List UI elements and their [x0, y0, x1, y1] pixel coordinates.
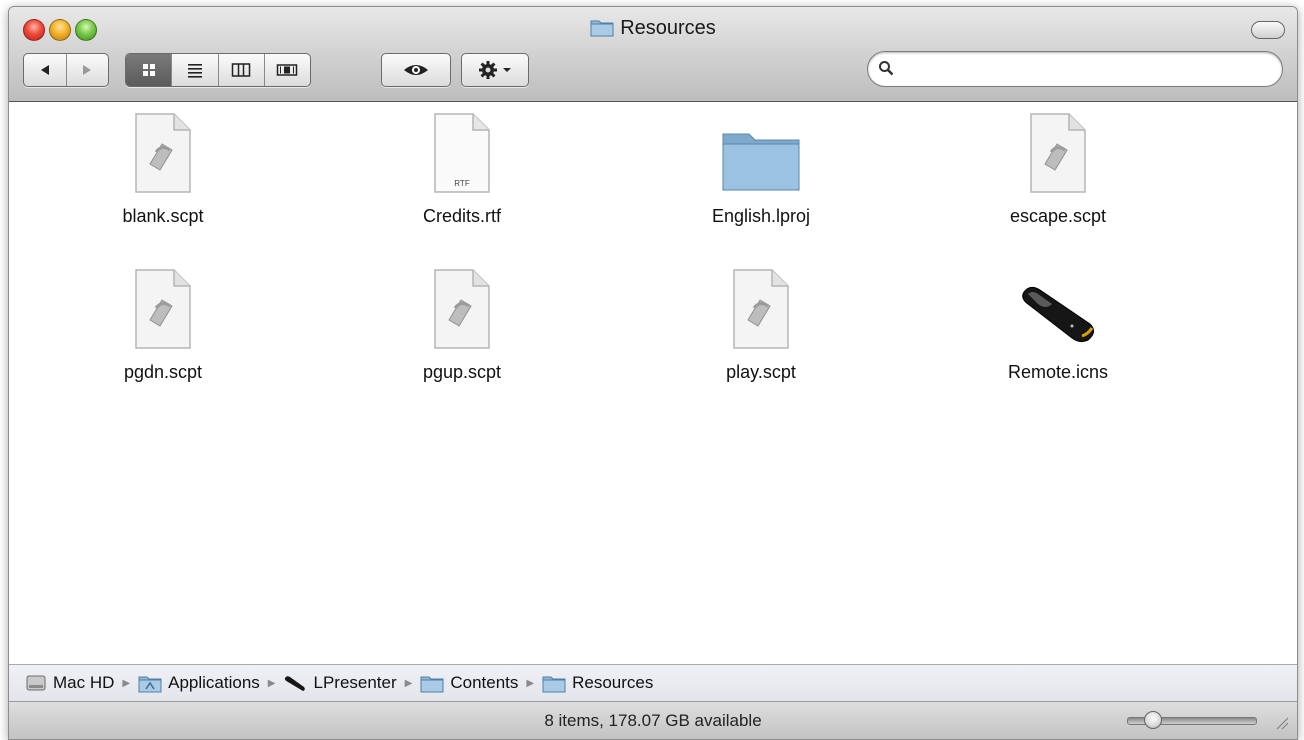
- file-item[interactable]: blank.scpt: [63, 112, 263, 227]
- path-item-mac-hd[interactable]: Mac HD: [25, 673, 114, 693]
- path-item-label: Contents: [450, 673, 519, 692]
- path-item-label: Mac HD: [53, 673, 115, 692]
- path-separator-icon: ▶: [267, 677, 276, 689]
- rtf-document-icon: RTF: [362, 112, 562, 194]
- applescript-icon: [661, 268, 861, 350]
- list-view-icon: [187, 64, 202, 78]
- back-arrow-icon: [40, 65, 49, 75]
- file-item[interactable]: pgup.scpt: [362, 268, 562, 383]
- file-name: escape.scpt: [1009, 206, 1107, 226]
- folder-icon: [420, 676, 444, 693]
- file-name: blank.scpt: [122, 206, 204, 226]
- file-name: play.scpt: [726, 362, 796, 382]
- path-item-label: Applications: [168, 673, 260, 692]
- path-separator-icon: ▶: [526, 677, 535, 689]
- file-name: pgup.scpt: [422, 362, 502, 382]
- file-name: Credits.rtf: [422, 206, 501, 226]
- column-view-icon: [231, 63, 251, 77]
- path-item-label: LPresenter: [313, 673, 397, 692]
- toolbar-toggle-button[interactable]: [1251, 21, 1285, 39]
- icon-size-slider-knob[interactable]: [1143, 711, 1162, 729]
- applescript-icon: [362, 268, 562, 350]
- search-field[interactable]: [867, 51, 1283, 87]
- search-icon: [878, 60, 894, 81]
- file-item[interactable]: pgdn.scpt: [63, 268, 263, 383]
- file-item[interactable]: Remote.icns: [958, 268, 1158, 383]
- path-separator-icon: ▶: [122, 677, 131, 689]
- chevron-down-icon: [503, 68, 511, 72]
- file-name: pgdn.scpt: [123, 362, 203, 382]
- column-view-button[interactable]: [219, 54, 265, 86]
- applescript-icon: [63, 268, 263, 350]
- view-mode-buttons: [125, 53, 311, 87]
- back-button[interactable]: [24, 54, 67, 86]
- quick-look-button[interactable]: [381, 53, 451, 87]
- finder-window: Resources blank.scpt RTF Credits.rtf Eng…: [8, 6, 1298, 740]
- applescript-icon: [63, 112, 263, 194]
- file-name: English.lproj: [711, 206, 811, 226]
- icon-view-button[interactable]: [126, 54, 173, 86]
- file-icon-grid: blank.scpt RTF Credits.rtf English.lproj…: [9, 102, 1297, 664]
- search-input[interactable]: [900, 58, 1264, 80]
- path-bar: Mac HD ▶ Applications ▶ LPresenter ▶ Con…: [9, 664, 1297, 702]
- list-view-button[interactable]: [172, 54, 219, 86]
- folder-icon: [542, 676, 566, 693]
- file-item[interactable]: English.lproj: [661, 112, 861, 227]
- gear-icon: [479, 61, 497, 79]
- path-item-lpresenter[interactable]: LPresenter: [283, 673, 397, 693]
- applications-folder-icon: [138, 676, 162, 693]
- file-item[interactable]: escape.scpt: [958, 112, 1158, 227]
- remote-control-icon: [958, 268, 1158, 350]
- window-title: Resources: [620, 17, 716, 39]
- path-item-label: Resources: [572, 673, 654, 692]
- file-name: Remote.icns: [1007, 362, 1109, 382]
- file-item[interactable]: play.scpt: [661, 268, 861, 383]
- action-menu-button[interactable]: [461, 53, 529, 87]
- path-separator-icon: ▶: [404, 677, 413, 689]
- status-text: 8 items, 178.07 GB available: [544, 711, 762, 730]
- resize-grip-icon[interactable]: [1273, 714, 1289, 730]
- status-bar: 8 items, 178.07 GB available: [9, 702, 1297, 739]
- file-item[interactable]: RTF Credits.rtf: [362, 112, 562, 227]
- path-item-resources[interactable]: Resources: [542, 673, 653, 693]
- toolbar: Resources: [9, 7, 1297, 102]
- hard-drive-icon: [26, 675, 46, 691]
- forward-button[interactable]: [67, 54, 109, 86]
- coverflow-view-icon: [277, 64, 298, 76]
- remote-control-icon: [285, 676, 306, 691]
- path-item-contents[interactable]: Contents: [420, 673, 518, 693]
- navigation-buttons: [23, 53, 109, 87]
- forward-arrow-icon: [83, 65, 92, 75]
- file-badge: RTF: [454, 179, 470, 188]
- icon-view-icon: [142, 64, 155, 76]
- cover-flow-view-button[interactable]: [265, 54, 310, 86]
- folder-icon: [661, 112, 861, 194]
- eye-icon: [404, 65, 428, 75]
- window-title-bar: Resources: [9, 17, 1297, 43]
- applescript-icon: [958, 112, 1158, 194]
- folder-icon: [590, 17, 614, 43]
- path-item-applications[interactable]: Applications: [138, 673, 260, 693]
